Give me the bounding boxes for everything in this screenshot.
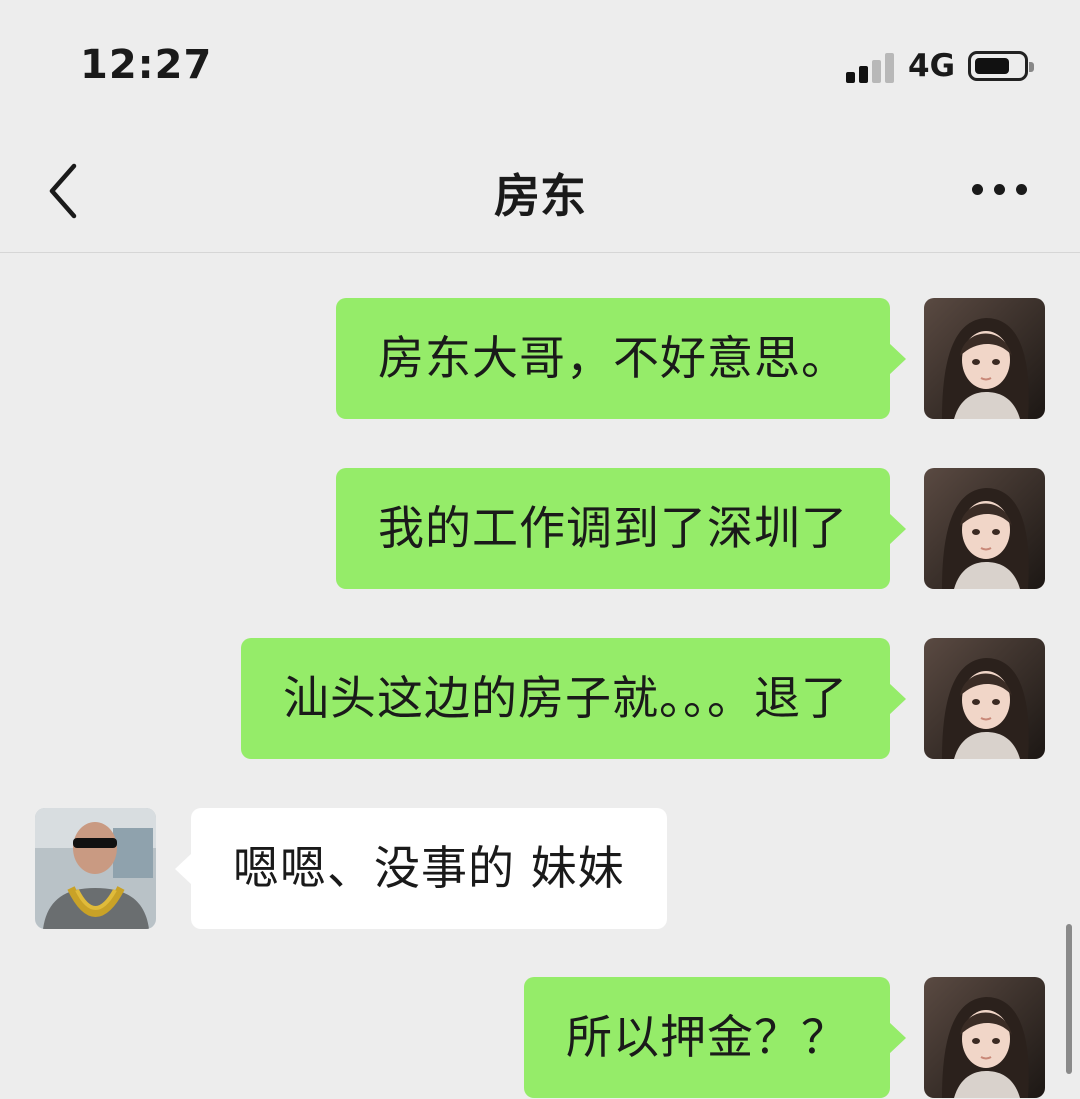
scrollbar[interactable] (1066, 924, 1072, 1074)
message-row: 所以押金？？ (0, 977, 1080, 1099)
nav-bar: 房东 (0, 130, 1080, 253)
message-row: 嗯嗯、没事的 妹妹 (0, 808, 1080, 930)
message-row: 汕头这边的房子就。。。退了 (0, 638, 1080, 760)
outgoing-message-bubble[interactable]: 汕头这边的房子就。。。退了 (241, 638, 890, 759)
girl-portrait-icon (924, 977, 1045, 1098)
my-avatar[interactable] (924, 638, 1045, 759)
chat-message-list[interactable]: 房东大哥，不好意思。 我的工作调到了深圳了 汕头这边的房子就。。。退了 嗯嗯、没… (0, 253, 1080, 1098)
signal-strength-icon (846, 53, 896, 83)
outgoing-message-bubble[interactable]: 房东大哥，不好意思。 (336, 298, 890, 419)
network-type: 4G (908, 48, 956, 84)
man-portrait-icon (35, 808, 156, 929)
status-time: 12:27 (80, 42, 213, 88)
outgoing-message-bubble[interactable]: 所以押金？？ (524, 977, 890, 1098)
incoming-message-bubble[interactable]: 嗯嗯、没事的 妹妹 (191, 808, 667, 929)
my-avatar[interactable] (924, 977, 1045, 1098)
girl-portrait-icon (924, 638, 1045, 759)
battery-icon (968, 51, 1034, 81)
girl-portrait-icon (924, 298, 1045, 419)
message-row: 房东大哥，不好意思。 (0, 298, 1080, 420)
my-avatar[interactable] (924, 298, 1045, 419)
message-row: 我的工作调到了深圳了 (0, 468, 1080, 590)
status-bar: 12:27 4G (0, 0, 1080, 130)
girl-portrait-icon (924, 468, 1045, 589)
landlord-avatar[interactable] (35, 808, 156, 929)
chat-title: 房东 (494, 169, 586, 223)
outgoing-message-bubble[interactable]: 我的工作调到了深圳了 (336, 468, 890, 589)
more-button[interactable] (960, 168, 1040, 212)
my-avatar[interactable] (924, 468, 1045, 589)
